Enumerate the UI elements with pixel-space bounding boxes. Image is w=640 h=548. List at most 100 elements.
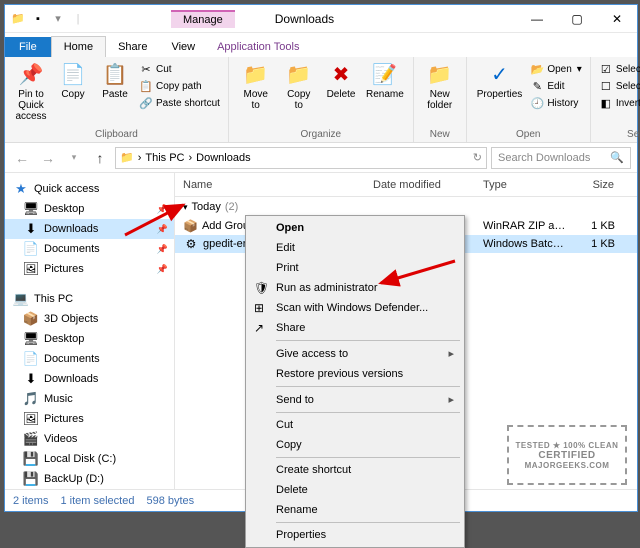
address-field[interactable]: 📁 › This PC › Downloads ↻: [115, 147, 487, 169]
ctx-give-access-to[interactable]: Give access to▸: [248, 343, 462, 364]
nav-quick-access[interactable]: ★Quick access: [5, 179, 174, 199]
nav-desktop-2[interactable]: 🖥Desktop: [5, 329, 174, 349]
group-select-label: Select: [597, 127, 640, 140]
new-folder-icon: 📁: [427, 61, 453, 87]
col-size[interactable]: Size: [575, 179, 623, 191]
chevron-right-icon: ▸: [448, 393, 454, 406]
back-button[interactable]: ←: [11, 147, 33, 169]
quick-access-toolbar: 📁 ▪ ▾ |: [5, 10, 91, 28]
copy-to-button[interactable]: 📁Copy to: [279, 59, 320, 113]
qat-chevron-icon[interactable]: ▾: [49, 10, 67, 28]
nav-pictures-2[interactable]: 🖼Pictures: [5, 409, 174, 429]
rename-icon: 📝: [372, 61, 398, 87]
ctx-cut[interactable]: Cut: [248, 415, 462, 435]
nav-desktop[interactable]: 🖥Desktop📌: [5, 199, 174, 219]
nav-downloads[interactable]: ⬇Downloads📌: [5, 219, 174, 239]
tab-home[interactable]: Home: [51, 36, 106, 57]
nav-this-pc[interactable]: 💻This PC: [5, 289, 174, 309]
ctx-restore-previous-versions[interactable]: Restore previous versions: [248, 364, 462, 384]
ctx-delete[interactable]: Delete: [248, 480, 462, 500]
copy-path-button[interactable]: 📋Copy path: [137, 78, 222, 94]
maximize-button[interactable]: ▢: [557, 5, 597, 33]
path-icon: 📋: [139, 79, 153, 93]
nav-3d-objects[interactable]: 📦3D Objects: [5, 309, 174, 329]
group-header[interactable]: ▾ Today (2): [175, 197, 637, 217]
pin-quick-access-button[interactable]: 📌Pin to Quick access: [11, 59, 51, 124]
nav-pictures[interactable]: 🖼Pictures📌: [5, 259, 174, 279]
close-button[interactable]: ✕: [597, 5, 637, 33]
delete-button[interactable]: ✖Delete: [321, 59, 361, 102]
tab-share[interactable]: Share: [106, 37, 159, 57]
ribbon: 📌Pin to Quick access 📄Copy 📋Paste ✂Cut 📋…: [5, 57, 637, 143]
paste-button[interactable]: 📋Paste: [95, 59, 135, 102]
invert-icon: ◧: [599, 96, 613, 110]
ctx-scan-with-windows-defender-[interactable]: ⊞Scan with Windows Defender...: [248, 298, 462, 318]
nav-documents[interactable]: 📄Documents📌: [5, 239, 174, 259]
tab-file[interactable]: File: [5, 37, 51, 57]
file-icon: ⚙: [183, 236, 199, 252]
ctx-rename[interactable]: Rename: [248, 500, 462, 520]
group-new-label: New: [420, 127, 460, 140]
ctx-run-as-administrator[interactable]: 🛡Run as administrator: [248, 278, 462, 298]
drive-icon: 💾: [23, 471, 39, 487]
new-folder-button[interactable]: 📁New folder: [420, 59, 460, 113]
address-bar: ← → ▾ ↑ 📁 › This PC › Downloads ↻ Search…: [5, 143, 637, 173]
col-date[interactable]: Date modified: [365, 179, 475, 191]
tab-view[interactable]: View: [159, 37, 207, 57]
nav-music[interactable]: 🎵Music: [5, 389, 174, 409]
file-icon: 📦: [183, 218, 198, 234]
history-button[interactable]: 🕘History: [528, 95, 584, 111]
col-type[interactable]: Type: [475, 179, 575, 191]
ctx-share[interactable]: ↗Share: [248, 318, 462, 338]
ctx-open[interactable]: Open: [248, 218, 462, 238]
refresh-button[interactable]: ↻: [473, 151, 482, 164]
properties-button[interactable]: ✓Properties: [473, 59, 527, 102]
recent-dropdown[interactable]: ▾: [63, 147, 85, 169]
tab-application-tools[interactable]: Application Tools: [207, 37, 309, 57]
breadcrumb[interactable]: Downloads: [196, 152, 250, 164]
qat-dropdown-icon[interactable]: ▪: [29, 10, 47, 28]
delete-icon: ✖: [328, 61, 354, 87]
ctx-icon: ↗: [254, 321, 270, 335]
pictures-icon: 🖼: [23, 261, 39, 277]
edit-button[interactable]: ✎Edit: [528, 78, 584, 94]
select-none-button[interactable]: ☐Select none: [597, 78, 640, 94]
nav-backup[interactable]: 💾BackUp (D:): [5, 469, 174, 489]
select-all-button[interactable]: ☑Select all: [597, 61, 640, 77]
column-headers: Name Date modified Type Size: [175, 173, 637, 197]
breadcrumb[interactable]: This PC: [145, 152, 184, 164]
ctx-copy[interactable]: Copy: [248, 435, 462, 455]
nav-downloads-2[interactable]: ⬇Downloads: [5, 369, 174, 389]
rename-button[interactable]: 📝Rename: [363, 59, 407, 102]
ctx-icon: ⊞: [254, 301, 270, 315]
status-size: 598 bytes: [146, 495, 194, 507]
download-icon: ⬇: [23, 371, 39, 387]
up-button[interactable]: ↑: [89, 147, 111, 169]
move-to-button[interactable]: 📁Move to: [235, 59, 277, 113]
paste-shortcut-button[interactable]: 🔗Paste shortcut: [137, 95, 222, 111]
search-icon: 🔍: [610, 151, 624, 164]
nav-documents-2[interactable]: 📄Documents: [5, 349, 174, 369]
ctx-create-shortcut[interactable]: Create shortcut: [248, 460, 462, 480]
pictures-icon: 🖼: [23, 411, 39, 427]
copy-button[interactable]: 📄Copy: [53, 59, 93, 102]
search-input[interactable]: Search Downloads 🔍: [491, 147, 631, 169]
nav-videos[interactable]: 🎬Videos: [5, 429, 174, 449]
forward-button[interactable]: →: [37, 147, 59, 169]
minimize-button[interactable]: —: [517, 5, 557, 33]
status-items: 2 items: [13, 495, 48, 507]
properties-icon: ✓: [487, 61, 513, 87]
ctx-edit[interactable]: Edit: [248, 238, 462, 258]
nav-local-disk[interactable]: 💾Local Disk (C:): [5, 449, 174, 469]
ctx-properties[interactable]: Properties: [248, 525, 462, 545]
context-menu: OpenEditPrint🛡Run as administrator⊞Scan …: [245, 215, 465, 548]
ctx-send-to[interactable]: Send to▸: [248, 389, 462, 410]
invert-selection-button[interactable]: ◧Invert selection: [597, 95, 640, 111]
ctx-print[interactable]: Print: [248, 258, 462, 278]
selectall-icon: ☑: [599, 62, 613, 76]
cut-button[interactable]: ✂Cut: [137, 61, 222, 77]
open-button[interactable]: 📂Open▾: [528, 61, 584, 77]
pc-icon: 💻: [13, 291, 29, 307]
col-name[interactable]: Name: [175, 179, 365, 191]
tab-manage[interactable]: Manage: [171, 10, 235, 28]
